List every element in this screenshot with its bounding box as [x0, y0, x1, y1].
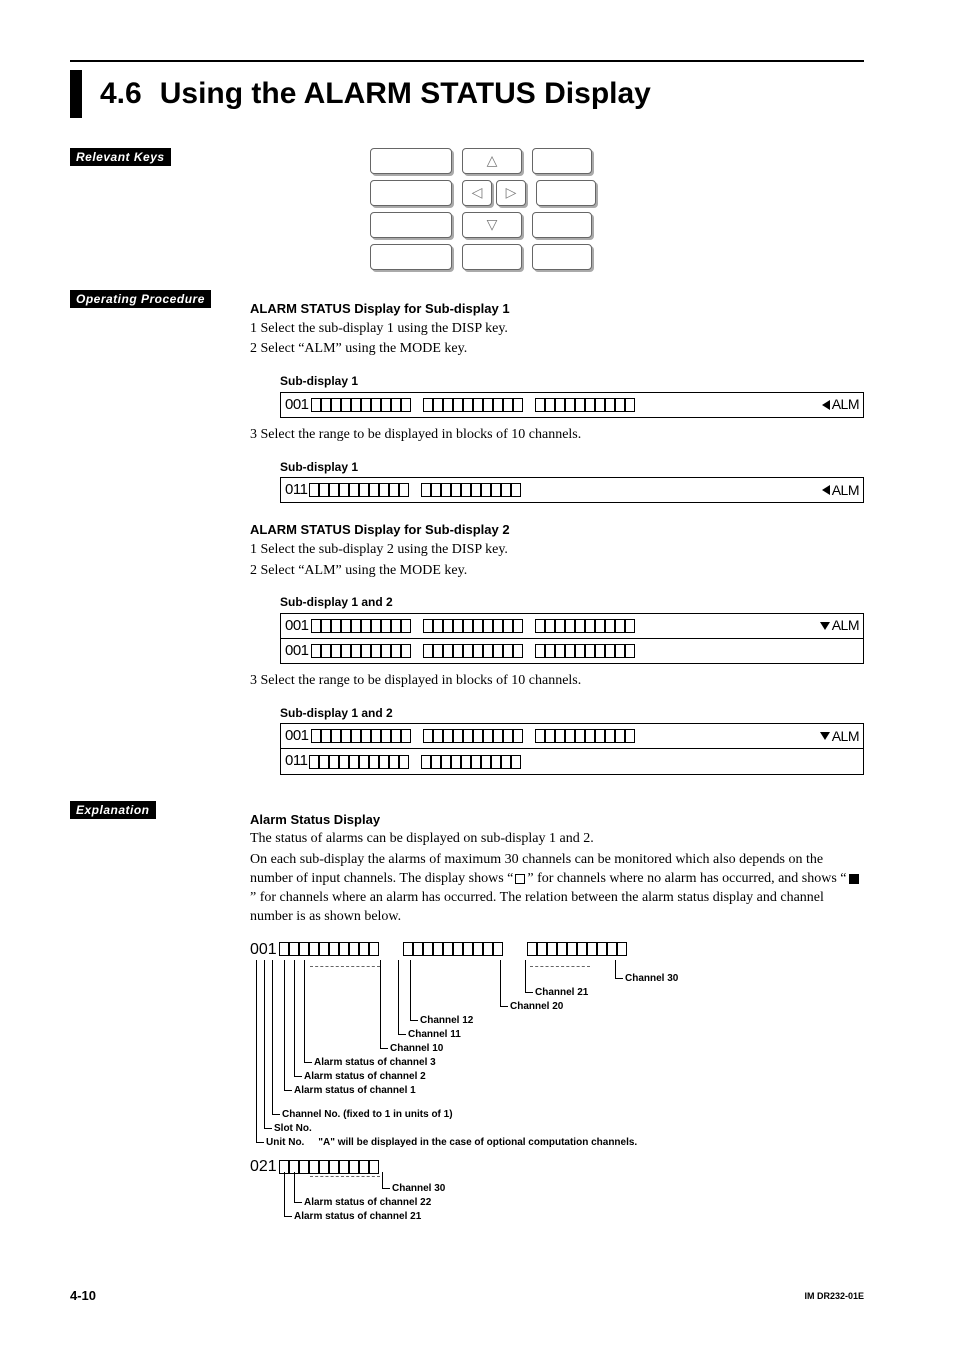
keypad-illustration: △ ◁▷ ▽ — [370, 148, 864, 270]
proc2-disp-label: Sub-display 1 and 2 — [280, 594, 864, 610]
display-box-2: 011 ALM — [280, 477, 864, 503]
label-explanation: Explanation — [70, 801, 156, 819]
display-box-1: 001 ALM — [280, 392, 864, 418]
display-box-3b: 001 — [280, 638, 864, 664]
proc2-step1: 1 Select the sub-display 2 using the DIS… — [250, 541, 864, 560]
proc1-step1: 1 Select the sub-display 1 using the DIS… — [250, 320, 864, 339]
disp2-label: Sub-display 1 — [280, 459, 864, 475]
proc2-step2: 2 Select “ALM” using the MODE key. — [250, 562, 864, 581]
filled-square-icon — [849, 874, 859, 884]
display-box-3a: 001 ALM — [280, 613, 864, 638]
disp1-label: Sub-display 1 — [280, 373, 864, 389]
channel-diagram-1: 001 Channel 30 Channel 21 — [250, 939, 864, 1211]
label-operating-procedure: Operating Procedure — [70, 290, 211, 308]
triangle-down-icon — [820, 622, 830, 630]
proc1-step3: 3 Select the range to be displayed in bl… — [250, 426, 864, 445]
proc2-heading: ALARM STATUS Display for Sub-display 2 — [250, 521, 864, 539]
proc1-heading: ALARM STATUS Display for Sub-display 1 — [250, 300, 864, 318]
triangle-left-icon — [822, 400, 830, 410]
display-box-4a: 001 ALM — [280, 723, 864, 748]
page-footer: 4-10 IM DR232-01E — [70, 1288, 864, 1303]
explanation-heading: Alarm Status Display — [250, 811, 864, 829]
page-title: 4.6 Using the ALARM STATUS Display — [70, 70, 864, 118]
explanation-p1: The status of alarms can be displayed on… — [250, 830, 864, 849]
section-title: Using the ALARM STATUS Display — [160, 76, 651, 112]
triangle-left-icon — [822, 485, 830, 495]
section-number: 4.6 — [100, 76, 142, 112]
triangle-down-icon — [820, 732, 830, 740]
proc2-disp2-label: Sub-display 1 and 2 — [280, 705, 864, 721]
display-box-4b: 011 — [280, 748, 864, 774]
label-relevant-keys: Relevant Keys — [70, 148, 171, 166]
proc1-step2: 2 Select “ALM” using the MODE key. — [250, 340, 864, 359]
page-number: 4-10 — [70, 1288, 96, 1303]
explanation-p2: On each sub-display the alarms of maximu… — [250, 851, 864, 927]
document-id: IM DR232-01E — [804, 1291, 864, 1301]
empty-square-icon — [515, 874, 525, 884]
proc2-step3: 3 Select the range to be displayed in bl… — [250, 672, 864, 691]
